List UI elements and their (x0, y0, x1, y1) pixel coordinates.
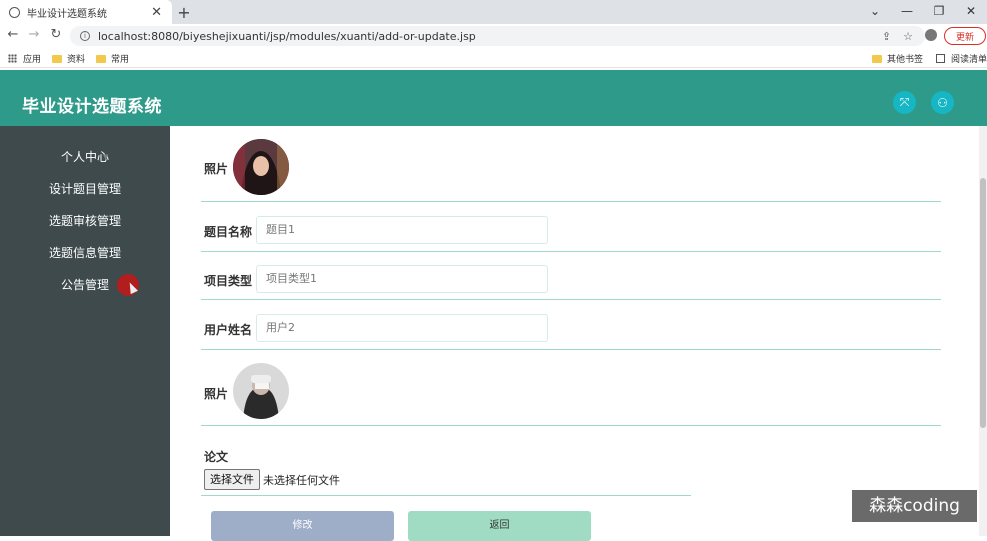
url-input[interactable]: i localhost:8080/biyeshejixuanti/jsp/mod… (70, 26, 925, 46)
chevron-down-icon: ▼ (116, 249, 122, 257)
window-controls: ⌄ — ❐ ✕ (859, 0, 987, 24)
new-tab-icon[interactable]: + (176, 3, 192, 22)
photo-avatar[interactable] (233, 139, 289, 195)
bookmark-label: 应用 (23, 55, 42, 65)
sidebar-item-review-management[interactable]: 选题审核管理 ▼ (0, 205, 170, 237)
address-bar: ← → ↻ i localhost:8080/biyeshejixuanti/j… (0, 24, 987, 48)
sidebar-item-topic-management[interactable]: 设计题目管理 ▼ (0, 173, 170, 205)
share-icon[interactable]: ⇪ (882, 30, 891, 43)
chevron-down-icon: ▼ (116, 217, 122, 225)
folder-icon (872, 54, 882, 63)
portrait-image (233, 363, 289, 419)
bookmark-label: 资料 (67, 55, 86, 65)
site-info-icon[interactable]: i (80, 31, 90, 41)
update-button[interactable]: 更新 (944, 27, 986, 45)
bookmark-label: 常用 (111, 55, 130, 65)
back-button[interactable]: 返回 (408, 511, 591, 541)
bookmark-star-icon[interactable]: ☆ (903, 30, 913, 43)
paper-label: 论文 (204, 450, 229, 464)
user-name-label: 用户姓名 (204, 323, 253, 337)
project-type-input[interactable]: 项目类型1 (256, 265, 548, 293)
chevron-down-icon: ▼ (103, 281, 109, 289)
divider (201, 299, 941, 300)
tab-close-icon[interactable]: ✕ (151, 6, 162, 19)
browser-tab-bar: 毕业设计选题系统 ✕ + ⌄ — ❐ ✕ (0, 0, 987, 24)
browser-tab[interactable]: 毕业设计选题系统 ✕ (0, 0, 172, 24)
profile-icon[interactable] (925, 29, 937, 41)
sidebar: 个人中心 ▼ 设计题目管理 ▼ 选题审核管理 ▼ 选题信息管理 ▼ 公告管理 ▼ (0, 126, 170, 536)
portrait-image (233, 139, 289, 195)
tab-search-icon[interactable]: ⌄ (859, 0, 891, 24)
project-type-label: 项目类型 (204, 274, 253, 288)
bookmark-apps[interactable]: 应用 (8, 52, 41, 65)
user-photo-avatar[interactable] (233, 363, 289, 419)
app-header: 毕业设计选题系统 ⤧ ⚇ (0, 70, 987, 126)
back-arrow-icon[interactable]: ← (4, 27, 22, 42)
choose-file-button[interactable]: 选择文件 (204, 469, 260, 490)
sidebar-item-label: 选题信息管理 (48, 246, 121, 260)
photo-label: 照片 (204, 387, 229, 401)
divider (201, 349, 941, 350)
sidebar-item-personal-center[interactable]: 个人中心 ▼ (0, 141, 170, 173)
apps-grid-icon (8, 54, 17, 63)
app-title: 毕业设计选题系统 (22, 97, 162, 117)
folder-icon (96, 54, 106, 63)
tab-title: 毕业设计选题系统 (27, 8, 107, 20)
sidebar-item-label: 公告管理 (60, 278, 109, 292)
bookmark-label: 阅读清单 (951, 55, 987, 65)
chevron-down-icon: ▼ (116, 185, 122, 193)
bookmark-reading-list[interactable]: 阅读清单 (936, 52, 987, 65)
video-watermark: 森森coding (852, 490, 977, 522)
reading-list-icon (936, 54, 945, 63)
file-status-text: 未选择任何文件 (263, 474, 340, 487)
sidebar-item-notice-management[interactable]: 公告管理 ▼ (0, 269, 170, 301)
folder-icon (52, 54, 62, 63)
divider (201, 201, 941, 202)
bookmark-other[interactable]: 其他书签 (872, 52, 923, 65)
bookmark-label: 其他书签 (887, 55, 924, 65)
divider (201, 495, 691, 496)
topic-name-input[interactable]: 题目1 (256, 216, 548, 244)
topic-name-label: 题目名称 (204, 225, 253, 239)
restore-icon[interactable]: ❐ (923, 0, 955, 24)
sidebar-item-label: 选题审核管理 (48, 214, 121, 228)
sidebar-item-label: 设计题目管理 (48, 182, 121, 196)
favicon-icon (9, 6, 20, 18)
photo-label: 照片 (204, 162, 229, 176)
forward-arrow-icon[interactable]: → (25, 27, 43, 42)
chevron-down-icon: ▼ (103, 153, 109, 161)
scrollbar-thumb[interactable] (980, 178, 986, 428)
url-text: localhost:8080/biyeshejixuanti/jsp/modul… (98, 29, 476, 43)
submit-button[interactable]: 修改 (211, 511, 394, 541)
user-icon[interactable]: ⚇ (931, 91, 954, 114)
bookmarks-bar: 应用 资料 常用 其他书签 阅读清单 (0, 48, 987, 68)
minimize-icon[interactable]: — (891, 0, 923, 24)
sidebar-item-label: 个人中心 (60, 150, 109, 164)
divider (201, 251, 941, 252)
divider (201, 425, 941, 426)
bookmark-changyong[interactable]: 常用 (96, 52, 129, 65)
close-window-icon[interactable]: ✕ (955, 0, 987, 24)
user-name-input[interactable]: 用户2 (256, 314, 548, 342)
reload-icon[interactable]: ↻ (47, 27, 65, 42)
fullscreen-icon[interactable]: ⤧ (893, 91, 916, 114)
sidebar-item-selection-management[interactable]: 选题信息管理 ▼ (0, 237, 170, 269)
bookmark-ziliao[interactable]: 资料 (52, 52, 85, 65)
